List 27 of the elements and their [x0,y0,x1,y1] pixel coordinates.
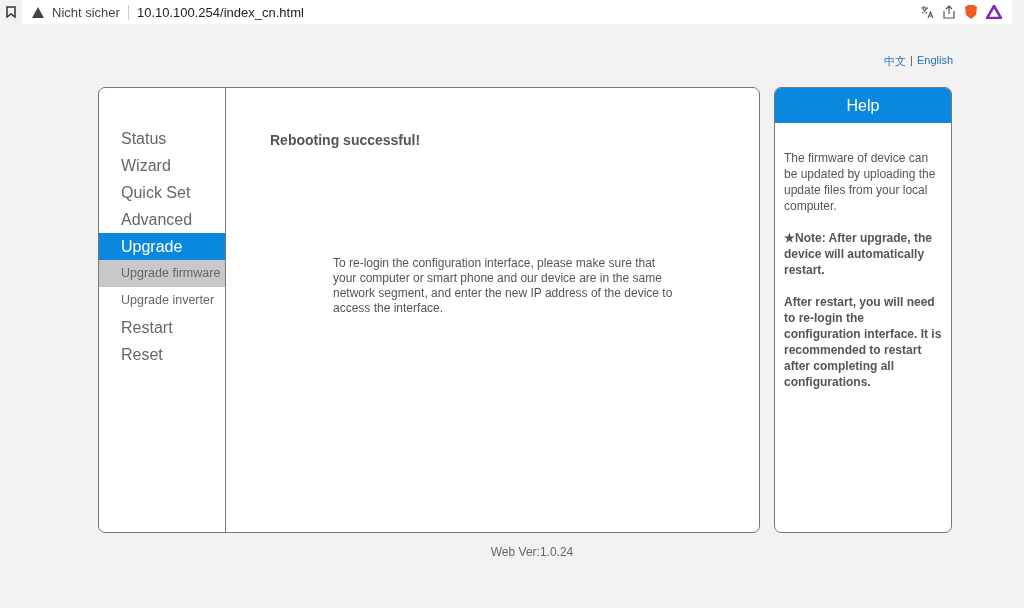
separator-text: | [910,54,913,68]
address-bar[interactable]: Nicht sicher 10.10.100.254/index_cn.html [22,0,1012,24]
language-link[interactable]: English [916,54,953,74]
submenu-item[interactable]: Upgrade firmware [99,260,225,287]
menu-item[interactable]: Advanced [99,206,225,233]
menu-item[interactable]: Upgrade [99,233,225,260]
note-text: ★Note: After upgrade, the device will automatically restart. [784,230,933,278]
triangle-icon[interactable] [986,5,1002,19]
warning-icon [32,6,44,18]
translate-icon[interactable] [920,5,934,19]
menu-item[interactable]: Reset [99,341,225,368]
instruction-text: To re-login the configuration interface, please make sure that your computer or smart phone and our device are in the same network segment, and enter the new IP address of the device to access the interface. [333,256,673,316]
submenu-item[interactable]: Upgrade inverter [99,287,225,314]
share-icon[interactable] [942,5,956,19]
help-header: Help [775,88,951,123]
menu-item[interactable]: Wizard [99,152,225,179]
security-label: Nicht sicher [52,4,129,20]
language-link[interactable]: 中文 [884,54,907,74]
version-text: Web Ver:1.0.24 [489,545,575,559]
note-text: After restart, you will need to re-login the configuration interface. It is recommended to restart after completing all configurations. [784,294,942,390]
status-title: Rebooting successful! [270,132,422,148]
url-text: 10.10.100.254/index_cn.html [136,4,305,20]
bookmark-icon[interactable] [6,6,16,18]
menu-item[interactable]: Restart [99,314,225,341]
menu-item[interactable]: Quick Set [99,179,225,206]
menu-item[interactable]: Status [99,125,225,152]
help-text: The firmware of device can be updated by uploading the update files from your local computer. [784,150,937,214]
